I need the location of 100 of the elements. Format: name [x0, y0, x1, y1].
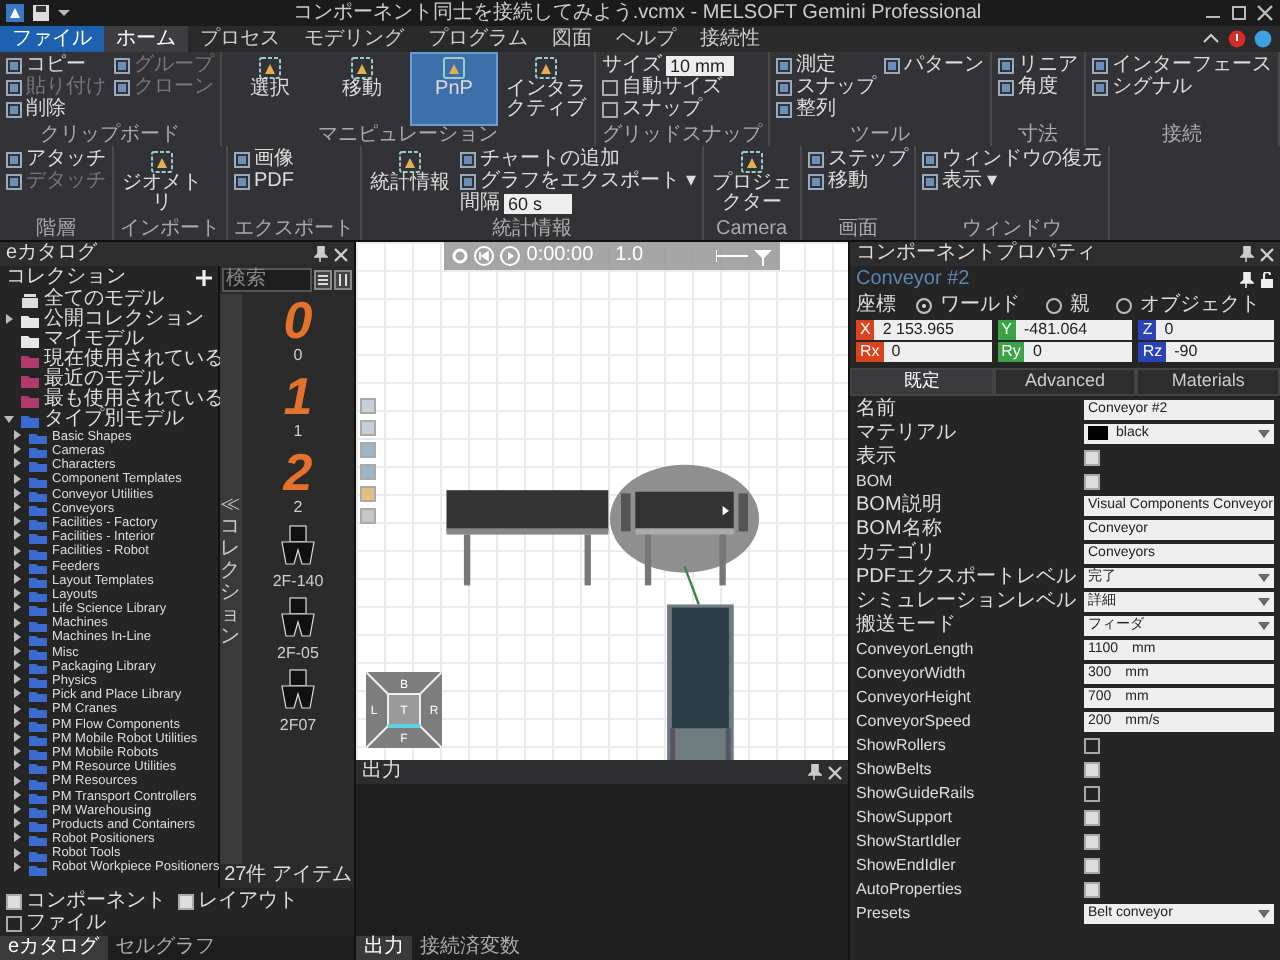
collapsed-icon[interactable]	[12, 473, 22, 484]
ribbon-tab[interactable]: 図面	[540, 26, 604, 52]
collapsed-icon[interactable]	[12, 530, 22, 541]
collapsed-icon[interactable]	[12, 617, 22, 628]
ribbon-tab[interactable]: プロセス	[188, 26, 292, 52]
ribbon-button[interactable]: 整列	[776, 98, 876, 120]
ribbon-button[interactable]: PDF	[234, 170, 294, 192]
property-tab[interactable]: 既定	[850, 368, 994, 396]
tree-item[interactable]: 全てのモデル	[0, 290, 218, 310]
alert-icon[interactable]	[1228, 30, 1246, 48]
collapsed-icon[interactable]	[12, 717, 22, 728]
list-view-icon[interactable]	[314, 270, 332, 290]
pin-icon[interactable]	[808, 764, 822, 780]
ribbon-button[interactable]: シグナル	[1092, 76, 1272, 98]
collapsed-icon[interactable]	[12, 588, 22, 599]
close-icon[interactable]	[334, 247, 348, 261]
tree-item[interactable]: 最近のモデル	[0, 370, 218, 390]
lock-icon[interactable]	[1260, 271, 1274, 287]
ribbon-button[interactable]: 測定	[776, 54, 876, 76]
conveyor-drawing[interactable]	[446, 490, 609, 586]
collapsed-icon[interactable]	[12, 688, 22, 699]
checkbox[interactable]	[1084, 882, 1100, 898]
ribbon-button[interactable]: 削除	[6, 98, 106, 120]
checkbox[interactable]	[1084, 762, 1100, 778]
caret-icon[interactable]	[1258, 910, 1270, 918]
ribbon-tab[interactable]: ホーム	[104, 26, 188, 52]
close-icon[interactable]	[828, 765, 842, 779]
pin-icon[interactable]	[1240, 246, 1254, 262]
conveyor-drawing[interactable]	[621, 491, 748, 586]
collapsed-icon[interactable]	[12, 789, 22, 800]
collapsed-icon[interactable]	[12, 660, 22, 671]
collapsed-icon[interactable]	[12, 703, 22, 714]
radio-button[interactable]	[1046, 297, 1062, 313]
ribbon-button[interactable]: コピー	[6, 54, 106, 76]
digit-thumbnail[interactable]: 0	[283, 294, 313, 346]
collapsed-icon[interactable]	[12, 818, 22, 829]
ribbon-button[interactable]: インタラクティブ	[504, 54, 588, 124]
collapsed-icon[interactable]	[12, 803, 22, 814]
collapsed-icon[interactable]	[12, 861, 22, 872]
checkbox[interactable]	[1084, 474, 1100, 490]
checkbox[interactable]	[6, 915, 22, 931]
radio-button[interactable]	[916, 297, 932, 313]
collapsed-icon[interactable]	[12, 760, 22, 771]
collapsed-icon[interactable]	[12, 430, 22, 441]
caret-icon[interactable]	[58, 4, 70, 22]
caret-icon[interactable]	[1258, 430, 1270, 438]
collapsed-icon[interactable]	[12, 645, 22, 656]
collapsed-icon[interactable]	[12, 487, 22, 498]
tree-item[interactable]: 公開コレクション	[0, 310, 218, 330]
caret-icon[interactable]	[1258, 598, 1270, 606]
ribbon-button[interactable]: リニア	[998, 54, 1078, 76]
collapsed-icon[interactable]	[12, 847, 22, 858]
coordinate-field[interactable]: Y -481.064	[997, 320, 1133, 340]
collapsed-icon[interactable]	[12, 746, 22, 757]
save-icon[interactable]	[32, 4, 50, 22]
collapsed-icon[interactable]	[12, 559, 22, 570]
expanded-icon[interactable]	[4, 413, 14, 424]
collapsed-icon[interactable]	[12, 732, 22, 743]
ribbon-button[interactable]: 統計情報	[368, 148, 452, 218]
ribbon-button[interactable]: インターフェース	[1092, 54, 1272, 76]
collapsed-icon[interactable]	[12, 602, 22, 613]
checkbox[interactable]	[178, 893, 194, 909]
chevron-up-icon[interactable]	[1202, 30, 1220, 48]
checkbox[interactable]	[1084, 450, 1100, 466]
close-icon[interactable]	[1256, 4, 1274, 22]
ribbon-button[interactable]: 角度	[998, 76, 1078, 98]
checkbox[interactable]	[1084, 834, 1100, 850]
panel-tab[interactable]: 出力	[356, 936, 412, 960]
checkbox[interactable]	[602, 79, 618, 95]
input-field[interactable]: 10 mm	[666, 55, 734, 75]
collapsed-icon[interactable]	[12, 458, 22, 469]
ribbon-button[interactable]: スナップ	[776, 76, 876, 98]
ribbon-button[interactable]: パターン	[884, 54, 984, 76]
checkbox[interactable]	[602, 101, 618, 117]
collapsed-icon[interactable]	[12, 516, 22, 527]
digit-thumbnail[interactable]: 1	[283, 370, 313, 423]
close-icon[interactable]	[1260, 247, 1274, 261]
input-field[interactable]: 60 s	[504, 193, 572, 213]
ribbon-button[interactable]: ウィンドウの復元	[921, 148, 1102, 170]
tree-item[interactable]: タイプ別モデル	[0, 410, 218, 430]
panel-tab[interactable]: セルグラフ	[107, 936, 224, 960]
collapsed-icon[interactable]	[12, 775, 22, 786]
caret-icon[interactable]	[1258, 574, 1270, 582]
ribbon-button[interactable]: 選択	[228, 54, 312, 124]
collapsed-icon[interactable]	[12, 444, 22, 455]
collapsed-icon[interactable]	[4, 313, 14, 324]
search-field[interactable]: 検索	[222, 268, 312, 292]
caret-icon[interactable]	[1258, 622, 1270, 630]
coordinate-field[interactable]: Z 0	[1138, 320, 1274, 340]
ribbon-button[interactable]: ステップ	[807, 148, 908, 170]
tree-item[interactable]: マイモデル	[0, 330, 218, 350]
checkbox[interactable]	[1084, 786, 1100, 802]
panel-tab[interactable]: eカタログ	[0, 936, 108, 960]
checkbox[interactable]	[1084, 858, 1100, 874]
ribbon-tab[interactable]: 接続性	[688, 26, 772, 52]
ribbon-button[interactable]: グラフをエクスポート ▾	[460, 170, 696, 192]
maximize-icon[interactable]	[1230, 4, 1248, 22]
checkbox[interactable]	[6, 893, 22, 909]
property-tab[interactable]: Materials	[1136, 368, 1280, 396]
ribbon-button[interactable]: プロジェクター	[709, 148, 794, 218]
